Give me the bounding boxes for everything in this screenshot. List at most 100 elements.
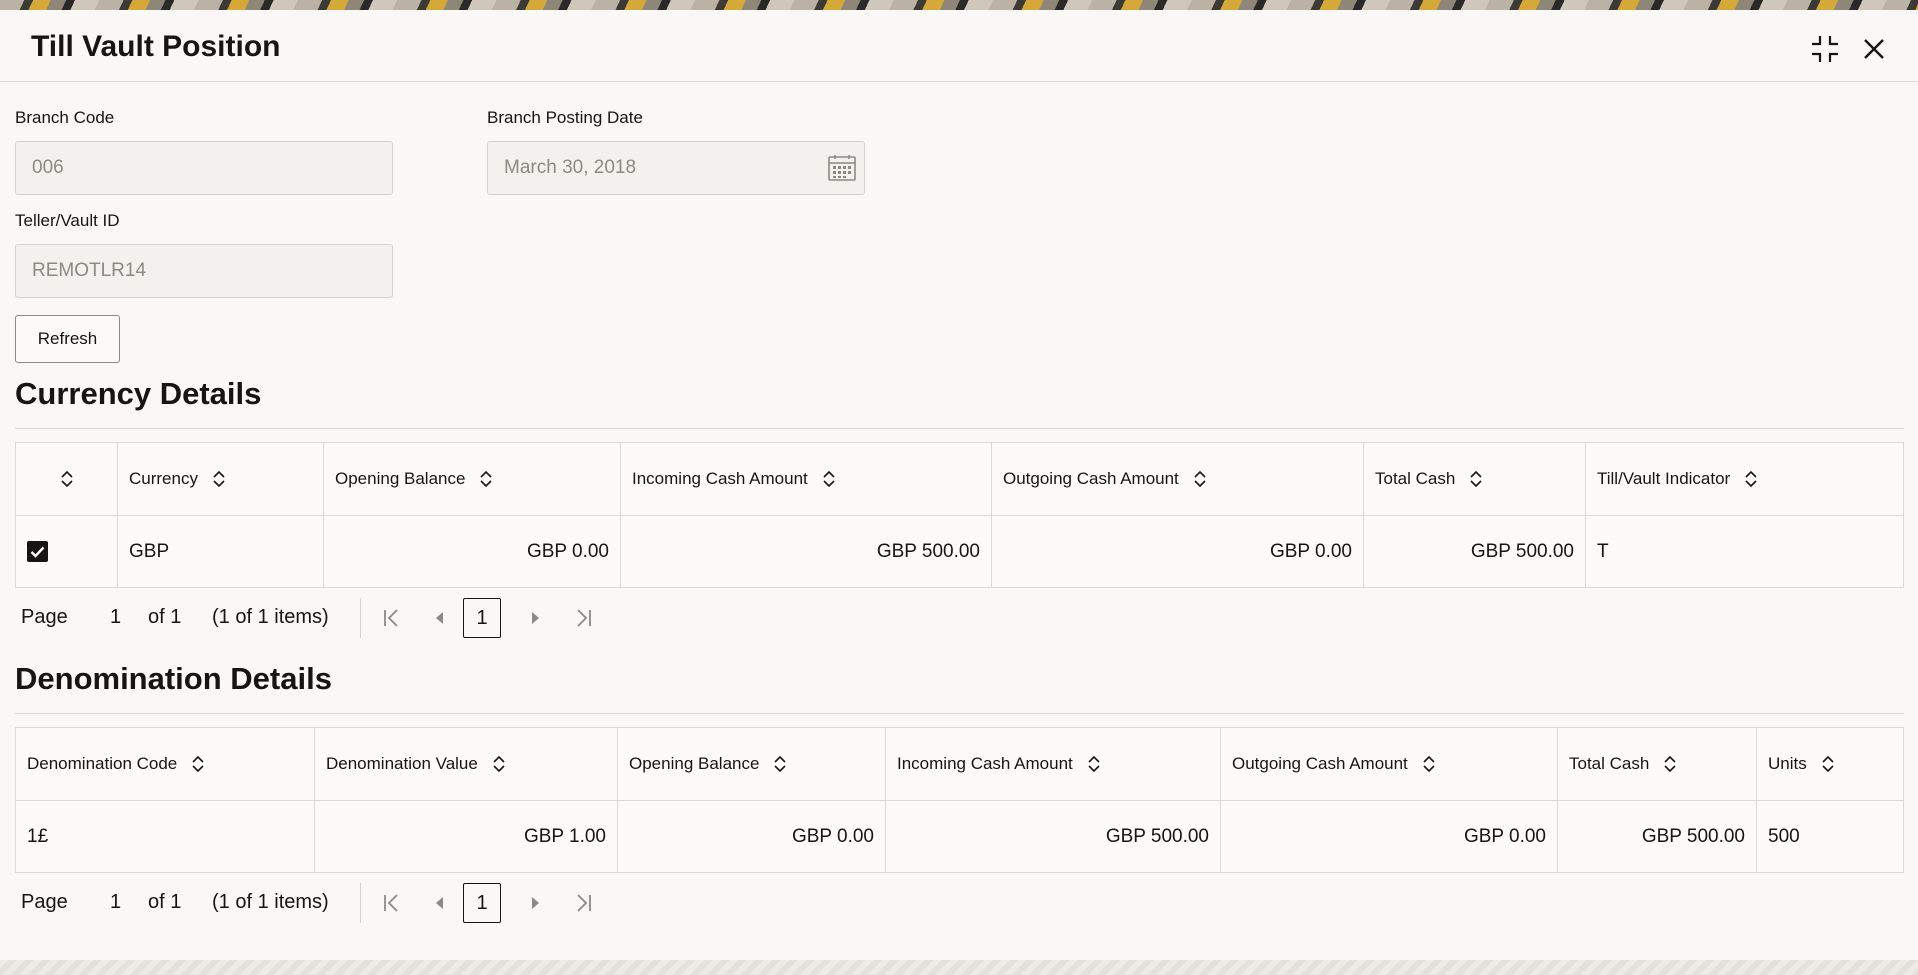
pager-page-number[interactable]: 1 <box>110 891 121 914</box>
cell-total-cash: GBP 500.00 <box>1558 801 1757 872</box>
column-header-label: Denomination Value <box>326 754 478 773</box>
currency-details-title: Currency Details <box>15 376 262 411</box>
select-column-header[interactable] <box>16 443 118 515</box>
previous-page-icon[interactable] <box>429 607 451 629</box>
dialog-title: Till Vault Position <box>31 30 281 63</box>
denomination-details-title: Denomination Details <box>15 661 332 696</box>
column-header-total-cash[interactable]: Total Cash <box>1558 728 1757 800</box>
section-divider <box>15 713 1904 714</box>
currency-pagination: Page 1 of 1 (1 of 1 items) 1 <box>21 598 621 638</box>
cell-opening-balance: GBP 0.00 <box>618 801 886 872</box>
column-header-outgoing-cash[interactable]: Outgoing Cash Amount <box>992 443 1364 515</box>
column-header-label: Denomination Code <box>27 754 178 773</box>
column-header-label: Units <box>1768 754 1807 773</box>
previous-page-icon[interactable] <box>429 892 451 914</box>
column-header-denomination-code[interactable]: Denomination Code <box>16 728 315 800</box>
column-header-denomination-value[interactable]: Denomination Value <box>315 728 618 800</box>
column-header-units[interactable]: Units <box>1757 728 1903 800</box>
sort-icon <box>1822 755 1834 773</box>
pager-current-page[interactable]: 1 <box>463 598 501 638</box>
pager-separator <box>360 883 361 923</box>
row-select-cell[interactable] <box>16 516 118 587</box>
sort-icon <box>493 755 505 773</box>
column-header-opening-balance[interactable]: Opening Balance <box>618 728 886 800</box>
sort-icon <box>60 470 73 488</box>
cell-units: 500 <box>1768 825 1800 847</box>
pager-page-label: Page <box>21 891 68 913</box>
denomination-details-table: Denomination Code Denomination Value Ope… <box>15 727 1904 873</box>
sort-icon <box>1088 755 1100 773</box>
pager-items-summary: (1 of 1 items) <box>212 606 329 628</box>
first-page-icon[interactable] <box>381 892 403 914</box>
currency-details-table: Currency Opening Balance Incoming Cash A… <box>15 442 1904 588</box>
last-page-icon[interactable] <box>572 892 594 914</box>
minimize-button[interactable] <box>1808 32 1842 66</box>
pager-page-number[interactable]: 1 <box>110 606 121 629</box>
row-checkbox[interactable] <box>27 541 48 562</box>
pager-current-page[interactable]: 1 <box>463 883 501 923</box>
close-button[interactable] <box>1857 32 1891 66</box>
column-header-label: Total Cash <box>1569 754 1650 773</box>
column-header-currency[interactable]: Currency <box>118 443 324 515</box>
column-header-opening-balance[interactable]: Opening Balance <box>324 443 621 515</box>
sort-icon <box>1664 755 1676 773</box>
cell-opening-balance: GBP 0.00 <box>324 516 621 587</box>
sort-icon <box>1423 755 1435 773</box>
calendar-icon[interactable] <box>826 153 858 183</box>
branch-code-field[interactable]: 006 <box>15 141 393 195</box>
branch-posting-date-field[interactable]: March 30, 2018 <box>487 141 865 195</box>
section-divider <box>15 428 1904 429</box>
column-header-till-vault-indicator[interactable]: Till/Vault Indicator <box>1586 443 1903 515</box>
pager-page-count: of 1 <box>148 606 182 628</box>
branch-posting-date-value: March 30, 2018 <box>504 157 637 178</box>
sort-icon <box>774 755 787 773</box>
column-header-label: Opening Balance <box>629 754 760 773</box>
column-header-label: Incoming Cash Amount <box>632 469 808 488</box>
cell-total-cash: GBP 500.00 <box>1364 516 1586 587</box>
column-header-label: Outgoing Cash Amount <box>1003 469 1179 488</box>
column-header-outgoing-cash[interactable]: Outgoing Cash Amount <box>1221 728 1558 800</box>
table-header-row: Denomination Code Denomination Value Ope… <box>16 728 1903 800</box>
last-page-icon[interactable] <box>572 607 594 629</box>
dialog-header: Till Vault Position <box>0 10 1918 82</box>
column-header-incoming-cash[interactable]: Incoming Cash Amount <box>886 728 1221 800</box>
cell-outgoing-cash: GBP 0.00 <box>992 516 1364 587</box>
cell-currency: GBP <box>118 516 324 587</box>
next-page-icon[interactable] <box>524 892 546 914</box>
sort-icon <box>213 470 225 488</box>
close-icon <box>1864 39 1884 59</box>
column-header-label: Opening Balance <box>335 469 466 488</box>
next-page-icon[interactable] <box>524 607 546 629</box>
teller-vault-id-label: Teller/Vault ID <box>15 211 120 230</box>
sort-icon <box>480 470 493 488</box>
sort-icon <box>1470 470 1482 488</box>
cell-incoming-cash: GBP 500.00 <box>621 516 992 587</box>
background-pattern-bottom <box>0 960 1918 975</box>
denomination-pagination: Page 1 of 1 (1 of 1 items) 1 <box>21 883 621 923</box>
cell-outgoing-cash: GBP 0.00 <box>1221 801 1558 872</box>
cell-denomination-code: 1£ <box>16 801 315 872</box>
background-pattern-top <box>0 0 1918 10</box>
pager-separator <box>360 598 361 638</box>
table-row[interactable]: GBP GBP 0.00 GBP 500.00 GBP 0.00 GBP 500… <box>16 515 1903 587</box>
column-header-label: Outgoing Cash Amount <box>1232 754 1408 773</box>
column-header-total-cash[interactable]: Total Cash <box>1364 443 1586 515</box>
sort-icon <box>192 755 204 773</box>
first-page-icon[interactable] <box>381 607 403 629</box>
table-row[interactable]: 1£ GBP 1.00 GBP 0.00 GBP 500.00 GBP 0.00… <box>16 800 1903 872</box>
cell-incoming-cash: GBP 500.00 <box>886 801 1221 872</box>
till-vault-position-dialog: Till Vault Position Branch Code 006 Bran… <box>0 10 1918 960</box>
checkmark-icon <box>30 546 45 558</box>
cell-till-vault-indicator: T <box>1597 540 1609 562</box>
refresh-button[interactable]: Refresh <box>15 315 120 363</box>
sort-icon <box>1745 470 1757 488</box>
teller-vault-id-field[interactable]: REMOTLR14 <box>15 244 393 298</box>
column-header-label: Currency <box>129 469 198 488</box>
pager-page-count: of 1 <box>148 891 182 913</box>
column-header-label: Till/Vault Indicator <box>1597 469 1731 488</box>
branch-code-label: Branch Code <box>15 108 115 127</box>
pager-items-summary: (1 of 1 items) <box>212 891 329 913</box>
column-header-incoming-cash[interactable]: Incoming Cash Amount <box>621 443 992 515</box>
column-header-label: Total Cash <box>1375 469 1456 488</box>
cell-denomination-value: GBP 1.00 <box>315 801 618 872</box>
